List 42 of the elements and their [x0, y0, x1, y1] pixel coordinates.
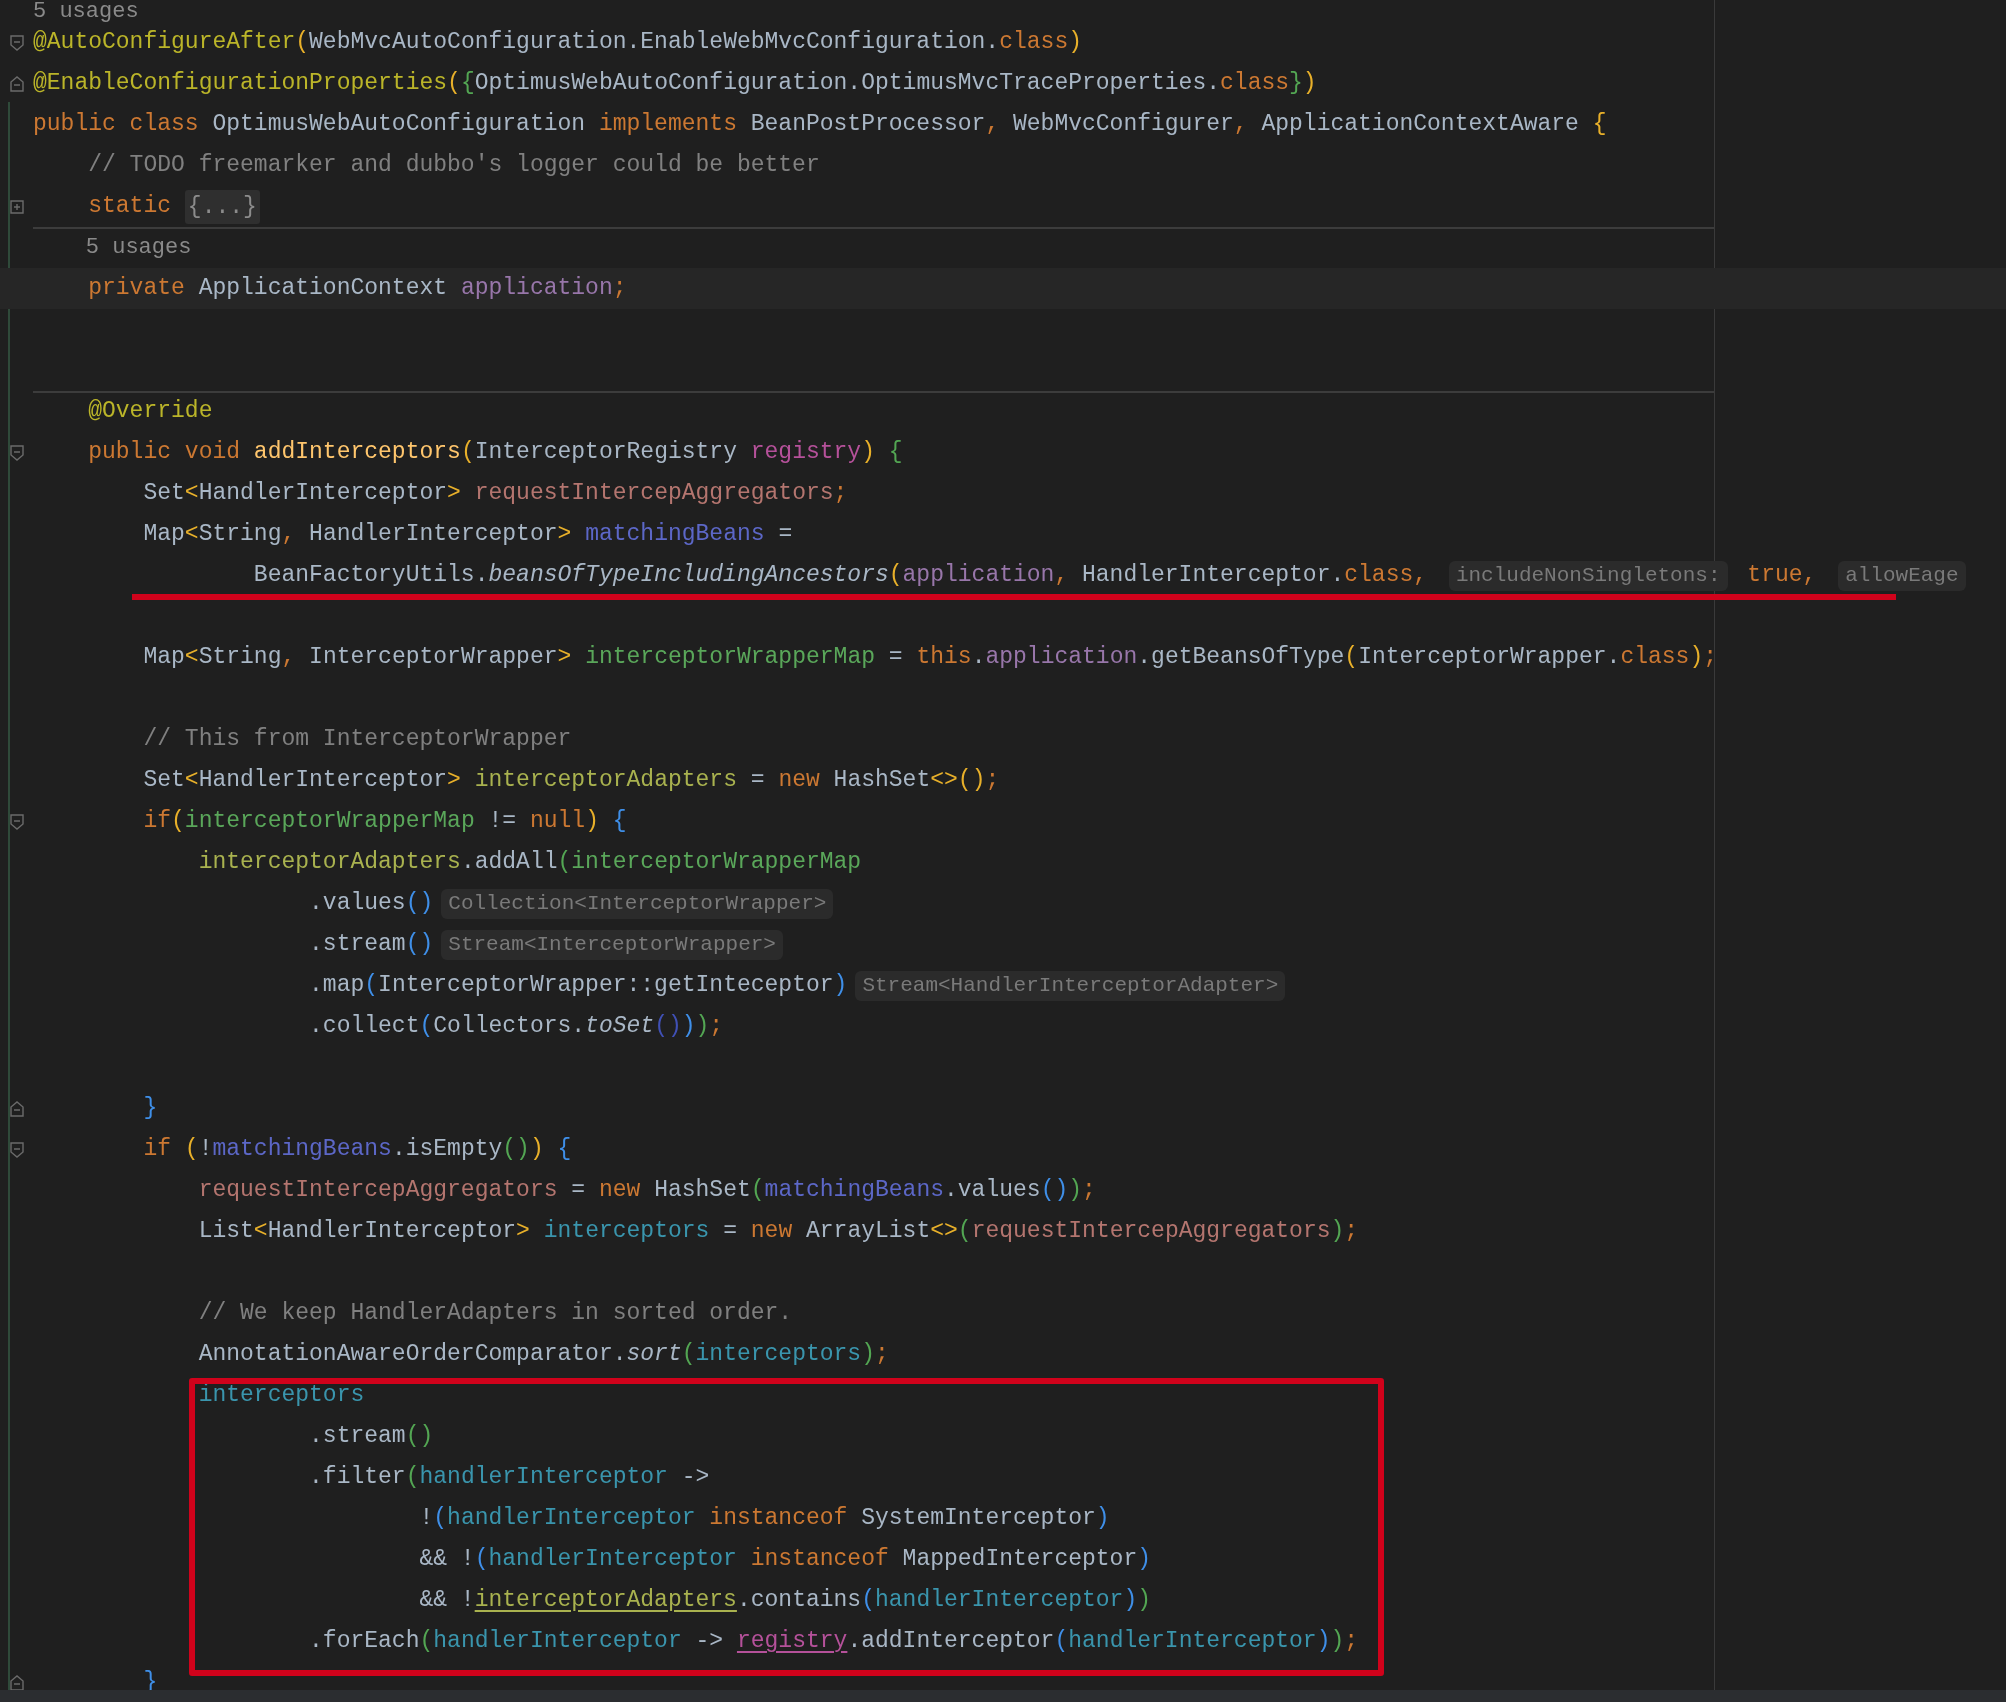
code-text: Map<String, InterceptorWrapper> interceptorWrapperMap = this.application.getBeansOfType(InterceptorWrapper.class);	[142, 643, 1718, 673]
code-text: @EnableConfigurationProperties({OptimusWebAutoConfiguration.OptimusMvcTraceProperties.class})	[33, 69, 1317, 99]
code-text: Set<HandlerInterceptor> interceptorAdapters = new HashSet<>();	[142, 766, 1000, 796]
code-text: if(interceptorWrapperMap != null) {	[142, 807, 627, 837]
inlay-hint: Stream<InterceptorWrapper>	[441, 929, 783, 960]
code-text: BeanFactoryUtils.beansOfTypeIncludingAncestors(application, HandlerInterceptor.class,	[252, 561, 1429, 591]
code-text: Map<String, HandlerInterceptor> matchingBeans =	[142, 520, 793, 550]
code-text: .map(InterceptorWrapper::getInteceptor)	[308, 971, 848, 1001]
inlay-hint: Collection<InterceptorWrapper>	[441, 888, 834, 919]
code-text: static	[87, 192, 173, 222]
code-text: List<HandlerInterceptor> interceptors = new ArrayList<>(requestIntercepAggregators);	[197, 1217, 1359, 1247]
inlay-hint: Stream<HandlerInterceptorAdapter>	[855, 970, 1286, 1001]
usages-hint[interactable]: 5 usages	[33, 231, 192, 264]
code-text: requestIntercepAggregators = new HashSet(matchingBeans.values());	[197, 1176, 1096, 1206]
code-text: @Override	[87, 397, 213, 427]
code-text: AnnotationAwareOrderComparator.sort(interceptors);	[197, 1340, 889, 1370]
code-text: public void addInterceptors(InterceptorRegistry registry) {	[87, 438, 903, 468]
code-text: @AutoConfigureAfter(WebMvcAutoConfiguration.EnableWebMvcConfiguration.class)	[33, 28, 1082, 58]
code-text: Set<HandlerInterceptor> requestIntercepAggregators;	[142, 479, 848, 509]
code-text: // We keep HandlerAdapters in sorted order.	[197, 1299, 793, 1329]
code-text: // TODO freemarker and dubbo's logger could be better	[87, 151, 820, 181]
inlay-hint: includeNonSingletons:	[1448, 560, 1728, 591]
code-text: interceptorAdapters.addAll(interceptorWrapperMap	[197, 848, 862, 878]
code-text: .forEach(handlerInterceptor -> registry.addInterceptor(handlerInterceptor));	[308, 1627, 1359, 1657]
code-text: .stream()	[308, 1422, 434, 1452]
usages-hint[interactable]: 5 usages	[33, 0, 139, 28]
inlay-hint: allowEage	[1838, 560, 1966, 591]
code-text: // This from InterceptorWrapper	[142, 725, 572, 755]
code-text: }	[142, 1094, 158, 1124]
code-text: .stream()	[308, 930, 434, 960]
code-text: .filter(handlerInterceptor ->	[308, 1463, 710, 1493]
folded-code[interactable]: {...}	[184, 189, 260, 224]
code-text: .collect(Collectors.toSet()));	[308, 1012, 724, 1042]
code-text: public class OptimusWebAutoConfiguration implements BeanPostProcessor, WebMvcConfigurer, ApplicationContextAware {	[33, 110, 1607, 140]
code-text: interceptors	[197, 1381, 365, 1411]
code-text: if (!matchingBeans.isEmpty()) {	[142, 1135, 572, 1165]
code-text: private ApplicationContext application;	[87, 274, 627, 304]
code-text: !(handlerInterceptor instanceof SystemInterceptor)	[418, 1504, 1110, 1534]
code-text: true,	[1746, 561, 1818, 591]
code-text: .values()	[308, 889, 434, 919]
code-text: && !interceptorAdapters.contains(handlerInterceptor))	[418, 1586, 1152, 1616]
code-text: && !(handlerInterceptor instanceof MappedInterceptor)	[418, 1545, 1152, 1575]
